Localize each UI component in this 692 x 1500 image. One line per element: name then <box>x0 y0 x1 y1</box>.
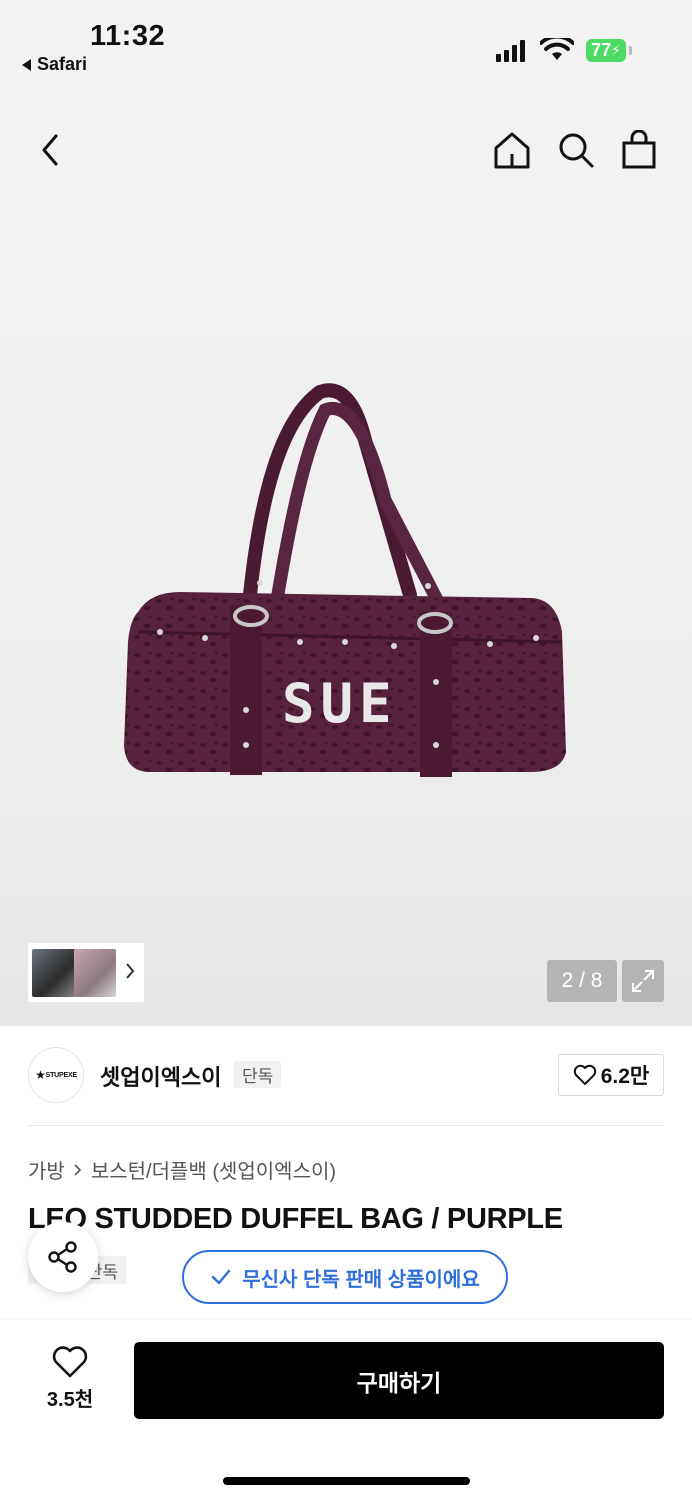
breadcrumb-category[interactable]: 가방 <box>28 1155 65 1184</box>
star-icon: ★ <box>35 1068 46 1082</box>
chevron-right-icon[interactable] <box>123 961 137 981</box>
wishlist-button[interactable]: 3.5천 <box>34 1345 106 1415</box>
status-time: 11:32 <box>90 20 166 52</box>
buy-button[interactable]: 구매하기 <box>134 1342 664 1419</box>
expand-icon <box>632 970 654 992</box>
heart-icon <box>573 1064 596 1085</box>
back-app-label: Safari <box>37 54 88 74</box>
battery-level: 77 <box>591 40 612 60</box>
exclusive-badge: 단독 <box>234 1061 282 1088</box>
brand-name[interactable]: 셋업이엑스이 <box>100 1060 221 1092</box>
breadcrumb: 가방 보스턴/더플백 (셋업이엑스이) <box>28 1155 336 1184</box>
battery-tip <box>629 46 632 55</box>
product-photo: SUE <box>110 380 580 790</box>
chevron-left-icon[interactable] <box>36 132 64 168</box>
wifi-icon <box>540 38 574 60</box>
expand-button[interactable] <box>622 960 664 1002</box>
heart-icon <box>52 1346 88 1378</box>
divider <box>28 1125 664 1126</box>
brand-like-count: 6.2만 <box>600 1065 650 1088</box>
wishlist-count: 3.5천 <box>46 1389 94 1411</box>
back-triangle-icon <box>22 58 31 71</box>
brand-like-button[interactable]: 6.2만 <box>558 1054 664 1096</box>
bag-stud-lettering: SUE <box>282 672 398 735</box>
share-button[interactable] <box>28 1222 98 1292</box>
product-title: LEO STUDDED DUFFEL BAG / PURPLE <box>28 1203 563 1235</box>
battery-indicator: 77 ⚡ <box>586 39 626 62</box>
home-indicator <box>223 1477 470 1485</box>
brand-logo[interactable]: ★ STUPEXE <box>28 1047 84 1103</box>
cellular-signal-icon <box>496 38 525 62</box>
thumbnail-strip[interactable] <box>28 943 144 1002</box>
thumbnail-image[interactable] <box>74 949 116 997</box>
product-image-area[interactable]: 11:32 Safari 77 ⚡ SUE 2 / 8 <box>0 0 692 1026</box>
back-to-safari[interactable]: Safari <box>22 54 87 75</box>
toast-message: 무신사 단독 판매 상품이에요 <box>242 1268 480 1291</box>
home-icon[interactable] <box>492 130 532 170</box>
thumbnail-image[interactable] <box>32 949 76 997</box>
image-page-counter: 2 / 8 <box>547 960 617 1002</box>
brand-logo-text: STUPEXE <box>45 1071 77 1079</box>
shopping-bag-icon[interactable] <box>620 130 658 170</box>
search-icon[interactable] <box>556 130 596 170</box>
charging-bolt-icon: ⚡ <box>611 42 621 58</box>
breadcrumb-subcategory[interactable]: 보스턴/더플백 (셋업이엑스이) <box>91 1155 336 1184</box>
check-icon <box>212 1269 231 1285</box>
share-icon <box>48 1241 77 1273</box>
exclusive-toast: 무신사 단독 판매 상품이에요 <box>182 1250 508 1304</box>
chevron-right-icon <box>74 1163 81 1176</box>
